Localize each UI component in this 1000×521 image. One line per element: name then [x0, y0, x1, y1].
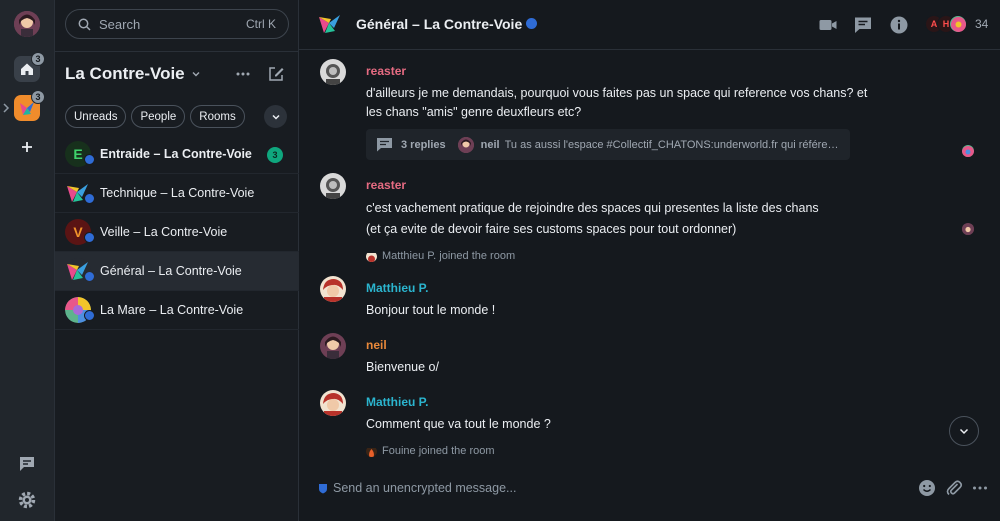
public-room-icon — [526, 18, 537, 29]
room-entraide[interactable]: E Entraide – La Contre-Voie 3 — [55, 135, 299, 174]
room-avatar-hummingbird-icon[interactable] — [317, 11, 343, 37]
search-icon — [78, 18, 91, 31]
public-room-icon — [84, 154, 95, 165]
sender-name[interactable]: neil — [366, 338, 387, 352]
emoji-icon[interactable] — [918, 479, 936, 497]
search-shortcut: Ctrl K — [246, 17, 276, 31]
room-header: Général – La Contre-Voie A H 34 — [299, 0, 1000, 50]
filter-people[interactable]: People — [131, 105, 186, 128]
search-input[interactable]: Search Ctrl K — [65, 9, 289, 39]
sender-name[interactable]: reaster — [366, 178, 406, 192]
event-avatar — [366, 446, 377, 457]
public-room-icon — [84, 310, 95, 321]
message-body: c'est vachement pratique de rejoindre de… — [366, 198, 819, 240]
user-avatar[interactable] — [14, 11, 40, 37]
room-list-panel: Search Ctrl K La Contre-Voie Unreads Peo… — [55, 0, 299, 521]
event-text: Fouine joined the room — [382, 445, 495, 457]
public-room-icon — [84, 232, 95, 243]
chevron-down-icon[interactable] — [191, 69, 201, 79]
jump-to-bottom-button[interactable] — [949, 416, 979, 446]
message-line: d'ailleurs je me demandais, pourquoi vou… — [366, 86, 868, 100]
threads-icon[interactable] — [853, 15, 873, 35]
read-receipt-avatar[interactable] — [962, 223, 974, 235]
divider — [55, 51, 299, 52]
message-composer: Send an unencrypted message... — [299, 473, 1000, 503]
threads-icon[interactable] — [17, 454, 37, 474]
plus-icon — [22, 142, 32, 152]
room-filters: Unreads People Rooms — [65, 105, 289, 129]
compose-icon[interactable] — [267, 65, 285, 83]
thread-preview: Tu as aussi l'espace #Collectif_CHATONS:… — [504, 138, 841, 151]
room-list: E Entraide – La Contre-Voie 3 Technique … — [55, 135, 299, 330]
sender-name[interactable]: Matthieu P. — [366, 395, 428, 409]
space-bar: 3 3 — [0, 0, 55, 521]
public-room-icon — [84, 271, 95, 282]
filter-unreads[interactable]: Unreads — [65, 105, 127, 128]
settings-gear-icon[interactable] — [17, 490, 37, 510]
space-unread-badge: 3 — [31, 90, 45, 104]
room-general[interactable]: Général – La Contre-Voie — [55, 252, 299, 291]
chevron-down-icon — [959, 428, 969, 435]
public-room-icon — [84, 193, 95, 204]
member-avatar-image — [949, 15, 967, 33]
more-options-icon[interactable] — [235, 67, 251, 81]
filter-rooms[interactable]: Rooms — [190, 105, 245, 128]
sender-avatar[interactable] — [320, 173, 346, 199]
thread-sender-avatar — [457, 136, 474, 153]
thread-reply-count: 3 replies — [401, 138, 446, 151]
membership-event: Fouine joined the room — [366, 444, 495, 458]
room-name: Veille – La Contre-Voie — [100, 225, 228, 239]
room-title[interactable]: Général – La Contre-Voie — [356, 16, 522, 32]
room-name: Technique – La Contre-Voie — [100, 186, 255, 200]
space-header: La Contre-Voie — [65, 63, 289, 85]
read-receipt-avatar[interactable] — [962, 145, 974, 157]
sender-avatar[interactable] — [320, 59, 346, 85]
room-members-facepile[interactable]: A H — [925, 15, 971, 33]
message-body: d'ailleurs je me demandais, pourquoi vou… — [366, 84, 867, 122]
room-veille[interactable]: V Veille – La Contre-Voie — [55, 213, 299, 252]
unencrypted-shield-icon — [319, 484, 327, 494]
message-body: Bienvenue o/ — [366, 360, 439, 374]
home-icon — [21, 63, 33, 75]
sender-avatar[interactable] — [320, 333, 346, 359]
sender-avatar[interactable] — [320, 276, 346, 302]
search-placeholder: Search — [99, 16, 141, 32]
thread-summary[interactable]: 3 replies neil Tu as aussi l'espace #Col… — [366, 129, 850, 160]
message-body: Bonjour tout le monde ! — [366, 303, 496, 317]
event-text: Matthieu P. joined the room — [382, 250, 516, 262]
message-body: Comment que va tout le monde ? — [366, 417, 551, 431]
message-line: (et ça evite de devoir faire ses customs… — [366, 222, 737, 236]
sender-name[interactable]: Matthieu P. — [366, 281, 428, 295]
room-name: La Mare – La Contre-Voie — [100, 303, 244, 317]
sender-name[interactable]: reaster — [366, 64, 406, 78]
unread-badge: 3 — [267, 147, 283, 163]
home-unread-badge: 3 — [31, 52, 45, 66]
room-name: Entraide – La Contre-Voie — [100, 147, 252, 161]
membership-event: Matthieu P. joined the room — [366, 249, 515, 263]
thread-icon — [377, 138, 392, 152]
create-space-button[interactable] — [17, 137, 37, 157]
attachment-icon[interactable] — [945, 479, 963, 497]
composer-input[interactable]: Send an unencrypted message... — [333, 481, 516, 495]
chevron-right-icon[interactable] — [2, 101, 10, 115]
sender-avatar[interactable] — [320, 390, 346, 416]
room-la-mare[interactable]: La Mare – La Contre-Voie — [55, 291, 299, 330]
avatar-image-icon — [950, 16, 966, 32]
more-options-icon[interactable] — [971, 479, 989, 497]
member-count[interactable]: 34 — [975, 17, 988, 31]
message-line: les chans "amis" genre deuxfleurs etc? — [366, 105, 582, 119]
room-view: Général – La Contre-Voie A H 34 reaster … — [299, 0, 1000, 521]
room-technique[interactable]: Technique – La Contre-Voie — [55, 174, 299, 213]
event-avatar — [366, 251, 377, 262]
message-line: c'est vachement pratique de rejoindre de… — [366, 201, 819, 215]
space-title[interactable]: La Contre-Voie — [65, 64, 185, 84]
video-call-icon[interactable] — [818, 15, 838, 35]
room-name: Général – La Contre-Voie — [100, 264, 242, 278]
room-info-icon[interactable] — [889, 15, 909, 35]
chevron-down-icon — [271, 114, 280, 120]
expand-filters-button[interactable] — [264, 105, 287, 128]
thread-sender-name: neil — [480, 138, 500, 151]
